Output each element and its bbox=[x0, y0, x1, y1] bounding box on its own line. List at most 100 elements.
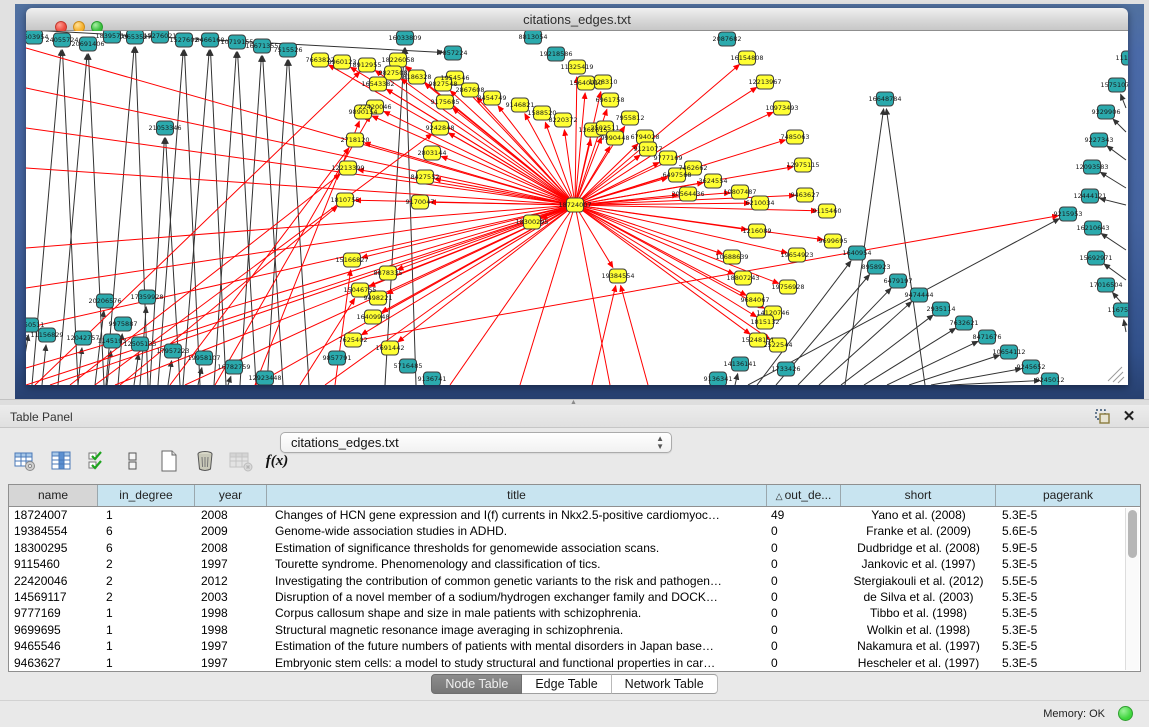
table-row[interactable]: 1872400712008Changes of HCN gene express… bbox=[9, 507, 1140, 523]
cell-out_degree[interactable]: 0 bbox=[767, 523, 841, 539]
cell-year[interactable]: 1997 bbox=[195, 556, 267, 572]
citation-edge[interactable] bbox=[1107, 146, 1126, 160]
selected-citation-edge[interactable] bbox=[397, 205, 575, 270]
selected-edge-ray[interactable] bbox=[575, 205, 610, 385]
cell-title[interactable]: Disruption of a novel member of a sodium… bbox=[267, 589, 767, 605]
network-canvas[interactable]: 1603954240557242069140618395714106535271… bbox=[26, 31, 1128, 385]
cell-year[interactable]: 1997 bbox=[195, 638, 267, 654]
selected-edge-ray[interactable] bbox=[26, 205, 575, 288]
cell-in_degree[interactable]: 6 bbox=[98, 540, 195, 556]
citation-edge[interactable] bbox=[228, 376, 231, 385]
table-row[interactable]: 977716911998Corpus callosum shape and si… bbox=[9, 605, 1140, 621]
cell-title[interactable]: Estimation of the future numbers of pati… bbox=[267, 638, 767, 654]
selected-citation-edge[interactable] bbox=[592, 286, 616, 385]
cell-pagerank[interactable]: 5.3E-5 bbox=[996, 655, 1114, 671]
cell-short[interactable]: Tibbo et al. (1998) bbox=[841, 605, 996, 621]
cell-in_degree[interactable]: 1 bbox=[98, 655, 195, 671]
cell-year[interactable]: 2003 bbox=[195, 589, 267, 605]
cell-short[interactable]: Jankovic et al. (1997) bbox=[841, 556, 996, 572]
table-mode-icon[interactable] bbox=[10, 448, 40, 474]
selected-citation-edge[interactable] bbox=[575, 205, 723, 254]
delete-column-icon[interactable] bbox=[190, 448, 220, 474]
citation-edge[interactable] bbox=[886, 109, 925, 385]
citation-edge[interactable] bbox=[1124, 320, 1126, 332]
cell-short[interactable]: Franke et al. (2009) bbox=[841, 523, 996, 539]
cell-short[interactable]: Nakamura et al. (1997) bbox=[841, 638, 996, 654]
citation-edge[interactable] bbox=[238, 52, 256, 385]
cell-year[interactable]: 1997 bbox=[195, 655, 267, 671]
cell-in_degree[interactable]: 1 bbox=[98, 605, 195, 621]
cell-name[interactable]: 14569117 bbox=[9, 589, 98, 605]
cell-year[interactable]: 2012 bbox=[195, 573, 267, 589]
tab-network-table[interactable]: Network Table bbox=[612, 674, 718, 694]
column-header-short[interactable]: short bbox=[841, 485, 996, 506]
cell-name[interactable]: 22420046 bbox=[9, 573, 98, 589]
column-header-year[interactable]: year bbox=[195, 485, 267, 506]
table-row[interactable]: 946362711997Embryonic stem cells: a mode… bbox=[9, 655, 1140, 671]
memory-ok-indicator[interactable] bbox=[1118, 706, 1133, 721]
cell-title[interactable]: Estimation of significance thresholds fo… bbox=[267, 540, 767, 556]
selected-edge-ray[interactable] bbox=[520, 205, 575, 385]
selected-citation-edge[interactable] bbox=[449, 133, 575, 205]
cell-short[interactable]: Hescheler et al. (1997) bbox=[841, 655, 996, 671]
selected-edge-ray[interactable] bbox=[450, 205, 575, 385]
cell-name[interactable]: 9777169 bbox=[9, 605, 98, 621]
cell-out_degree[interactable]: 0 bbox=[767, 605, 841, 621]
cell-in_degree[interactable]: 1 bbox=[98, 638, 195, 654]
cell-year[interactable]: 1998 bbox=[195, 622, 267, 638]
cell-in_degree[interactable]: 1 bbox=[98, 507, 195, 523]
cell-out_degree[interactable]: 0 bbox=[767, 655, 841, 671]
network-view-window[interactable]: citations_edges.txt 16039542405572420691… bbox=[26, 8, 1128, 385]
column-header-title[interactable]: title bbox=[267, 485, 767, 506]
row-height-icon[interactable] bbox=[118, 448, 148, 474]
cell-short[interactable]: de Silva et al. (2003) bbox=[841, 589, 996, 605]
cell-pagerank[interactable]: 5.3E-5 bbox=[996, 556, 1114, 572]
column-header-indegree[interactable]: in_degree bbox=[98, 485, 195, 506]
cell-name[interactable]: 9699695 bbox=[9, 622, 98, 638]
float-window-icon[interactable] bbox=[1095, 409, 1111, 425]
citation-edge[interactable] bbox=[1113, 119, 1126, 132]
table-row[interactable]: 969969511998Structural magnetic resonanc… bbox=[9, 622, 1140, 638]
cell-year[interactable]: 2008 bbox=[195, 540, 267, 556]
select-columns-icon[interactable] bbox=[82, 448, 112, 474]
cell-in_degree[interactable]: 2 bbox=[98, 573, 195, 589]
cell-pagerank[interactable]: 5.6E-5 bbox=[996, 523, 1114, 539]
table-scrollbar[interactable] bbox=[1125, 508, 1139, 670]
cell-title[interactable]: Corpus callosum shape and size in male p… bbox=[267, 605, 767, 621]
cell-pagerank[interactable]: 5.5E-5 bbox=[996, 573, 1114, 589]
cell-year[interactable]: 1998 bbox=[195, 605, 267, 621]
cell-name[interactable]: 9115460 bbox=[9, 556, 98, 572]
cell-name[interactable]: 9463627 bbox=[9, 655, 98, 671]
canvas-resize-grip-icon[interactable] bbox=[1108, 367, 1122, 381]
cell-year[interactable]: 2009 bbox=[195, 523, 267, 539]
network-window-titlebar[interactable]: citations_edges.txt bbox=[26, 8, 1128, 31]
new-column-icon[interactable] bbox=[154, 448, 184, 474]
cell-short[interactable]: Wolkin et al. (1998) bbox=[841, 622, 996, 638]
table-selector-dropdown[interactable]: citations_edges.txt ▲▼ bbox=[280, 432, 672, 453]
citation-edge[interactable] bbox=[950, 380, 1040, 385]
citation-edge[interactable] bbox=[210, 50, 226, 385]
cell-year[interactable]: 2008 bbox=[195, 507, 267, 523]
column-header-pagerank[interactable]: pagerank bbox=[996, 485, 1140, 506]
citation-edge[interactable] bbox=[1101, 234, 1126, 250]
selected-edge-ray[interactable] bbox=[26, 88, 575, 205]
cell-name[interactable]: 18724007 bbox=[9, 507, 98, 523]
citation-edge[interactable] bbox=[1101, 172, 1126, 188]
selected-edge-ray[interactable] bbox=[26, 205, 575, 328]
cell-pagerank[interactable]: 5.9E-5 bbox=[996, 540, 1114, 556]
cell-short[interactable]: Dudbridge et al. (2008) bbox=[841, 540, 996, 556]
cell-title[interactable]: Embryonic stem cells: a model to study s… bbox=[267, 655, 767, 671]
cell-name[interactable]: 9465546 bbox=[9, 638, 98, 654]
column-header-outde[interactable]: △out_de... bbox=[767, 485, 841, 506]
show-columns-icon[interactable] bbox=[46, 448, 76, 474]
cell-short[interactable]: Yano et al. (2008) bbox=[841, 507, 996, 523]
cell-pagerank[interactable]: 5.3E-5 bbox=[996, 638, 1114, 654]
cell-title[interactable]: Changes of HCN gene expression and I(f) … bbox=[267, 507, 767, 523]
citation-edge[interactable] bbox=[1121, 94, 1126, 108]
cell-title[interactable]: Investigating the contribution of common… bbox=[267, 573, 767, 589]
cell-in_degree[interactable]: 1 bbox=[98, 622, 195, 638]
cell-out_degree[interactable]: 0 bbox=[767, 573, 841, 589]
citation-edge[interactable] bbox=[735, 374, 738, 385]
selected-citation-edge[interactable] bbox=[621, 286, 648, 385]
cell-name[interactable]: 18300295 bbox=[9, 540, 98, 556]
